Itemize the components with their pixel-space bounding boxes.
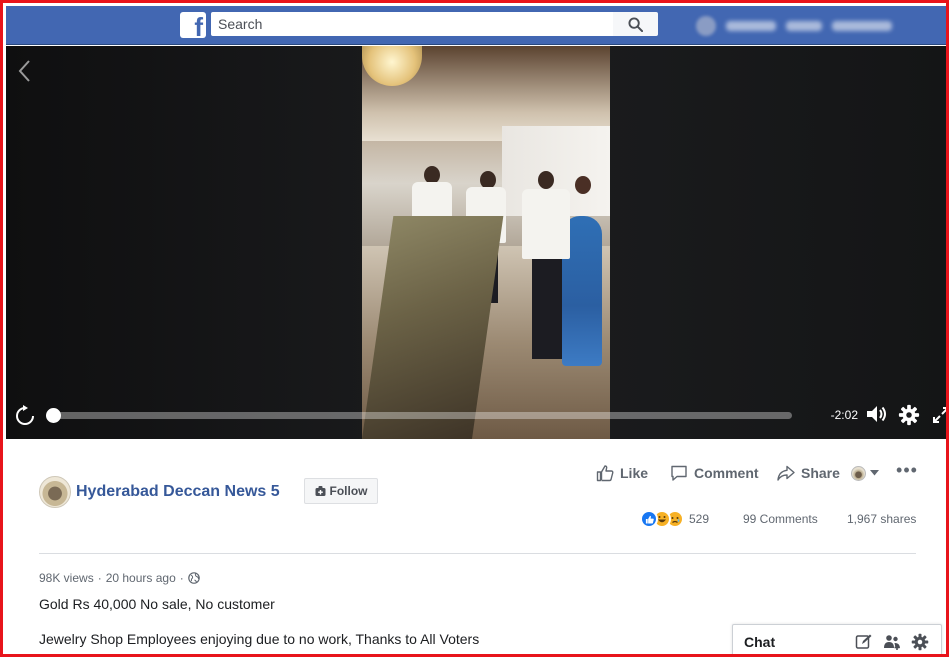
comment-icon bbox=[671, 465, 687, 481]
screen-frame: f Search -2:02 Hyderabad Deccan News 5 F… bbox=[0, 0, 949, 657]
share-icon bbox=[777, 465, 795, 481]
shares-count-link[interactable]: 1,967 shares bbox=[847, 512, 916, 526]
replay-icon[interactable] bbox=[14, 405, 36, 427]
post-description-line-2: Jewelry Shop Employees enjoying due to n… bbox=[39, 631, 480, 647]
blurred-home-link[interactable] bbox=[786, 21, 822, 31]
page-avatar[interactable] bbox=[39, 476, 71, 508]
video-frame-image bbox=[362, 46, 610, 439]
reaction-count: 529 bbox=[689, 512, 710, 526]
post-timestamp[interactable]: 20 hours ago bbox=[106, 571, 176, 585]
time-remaining: -2:02 bbox=[830, 408, 858, 422]
fullscreen-icon[interactable] bbox=[932, 406, 949, 424]
reactions-summary[interactable]: 529 bbox=[640, 510, 709, 528]
globe-icon[interactable] bbox=[187, 572, 200, 584]
create-group-icon[interactable] bbox=[883, 633, 901, 651]
share-as-selector[interactable] bbox=[851, 463, 883, 483]
settings-gear-icon[interactable] bbox=[898, 404, 920, 426]
post-meta: 98K views · 20 hours ago · bbox=[39, 571, 200, 585]
section-divider bbox=[39, 553, 916, 554]
like-label: Like bbox=[620, 465, 649, 481]
follow-label: Follow bbox=[329, 484, 368, 498]
video-progress-knob[interactable] bbox=[46, 408, 61, 423]
video-progress-bar[interactable] bbox=[50, 412, 792, 419]
view-count: 98K views bbox=[39, 571, 94, 585]
like-reaction-icon bbox=[640, 510, 658, 528]
search-icon bbox=[628, 16, 643, 32]
more-options-button[interactable]: ••• bbox=[896, 461, 918, 483]
new-message-icon[interactable] bbox=[855, 633, 873, 651]
top-navigation-bar: f bbox=[6, 6, 946, 45]
share-label: Share bbox=[801, 465, 840, 481]
page-name-link[interactable]: Hyderabad Deccan News 5 bbox=[76, 483, 280, 501]
blurred-profile-link[interactable] bbox=[726, 21, 776, 31]
like-button[interactable]: Like bbox=[596, 463, 648, 483]
chat-label: Chat bbox=[744, 634, 776, 650]
blurred-profile-avatar[interactable] bbox=[696, 16, 716, 36]
facebook-logo-icon[interactable]: f bbox=[180, 12, 206, 40]
share-button[interactable]: Share bbox=[777, 463, 840, 483]
comment-button[interactable]: Comment bbox=[670, 463, 759, 483]
post-description-line-1: Gold Rs 40,000 No sale, No customer bbox=[39, 596, 275, 612]
blurred-nav-items bbox=[696, 16, 892, 36]
video-player[interactable]: -2:02 bbox=[6, 46, 949, 439]
comments-count-link[interactable]: 99 Comments bbox=[743, 512, 818, 526]
volume-icon[interactable] bbox=[864, 402, 888, 426]
follow-icon bbox=[315, 485, 325, 496]
comment-label: Comment bbox=[694, 465, 759, 481]
back-arrow-icon[interactable] bbox=[14, 58, 36, 84]
blurred-find-friends-link[interactable] bbox=[832, 21, 892, 31]
caret-down-icon bbox=[870, 470, 879, 476]
search-input[interactable] bbox=[211, 12, 613, 36]
thumbs-up-icon bbox=[596, 465, 614, 482]
follow-button[interactable]: Follow bbox=[304, 478, 378, 504]
search-button[interactable] bbox=[613, 12, 658, 36]
share-as-avatar bbox=[851, 465, 866, 481]
chat-tab[interactable]: Chat bbox=[732, 624, 942, 654]
chat-settings-icon[interactable] bbox=[911, 633, 929, 651]
